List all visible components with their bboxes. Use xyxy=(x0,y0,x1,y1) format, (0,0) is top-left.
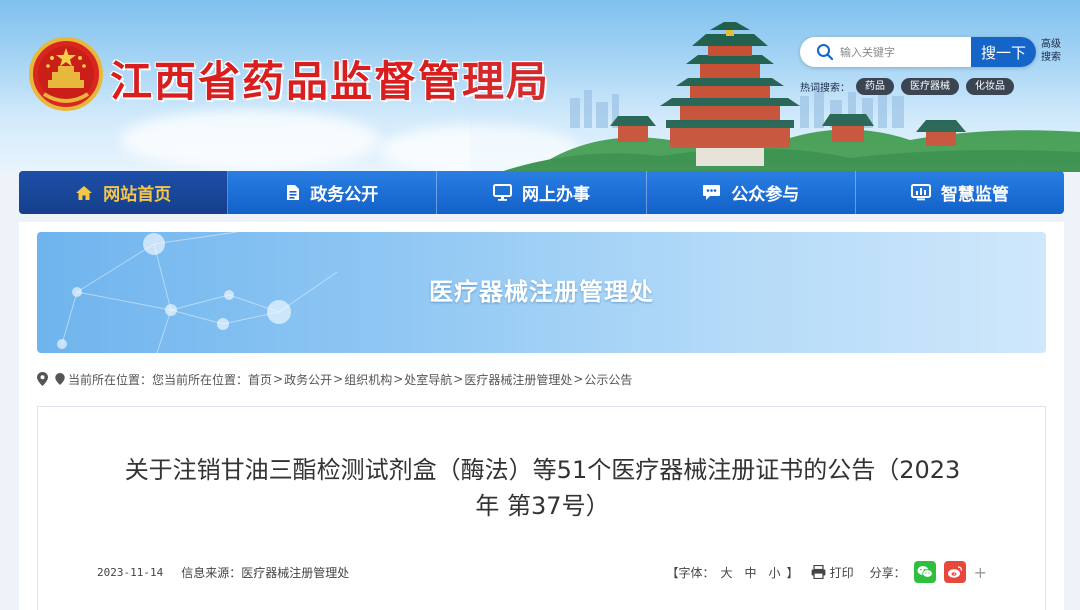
article-tools: 【字体： 大中小】 打印 分享： + xyxy=(666,561,987,583)
nav-item-label: 政务公开 xyxy=(310,185,379,205)
search-icon xyxy=(817,44,834,61)
article-meta: 2023-11-14 信息来源：医疗器械注册管理处 【字体： 大中小】 打印 分享… xyxy=(97,560,987,584)
nav-item-label: 网站首页 xyxy=(103,185,172,205)
share-label: 分享： xyxy=(869,565,906,580)
dashboard-icon xyxy=(910,184,931,201)
chat-icon xyxy=(703,185,721,200)
cloud-decoration xyxy=(120,110,380,170)
publish-date: 2023-11-14 xyxy=(97,565,164,579)
department-banner: 医疗器械注册管理处 xyxy=(37,232,1046,353)
location-pin-icon xyxy=(37,372,48,386)
nav-item-smart-supervision[interactable]: 智慧监管 xyxy=(856,171,1064,214)
nav-item-online-services[interactable]: 网上办事 xyxy=(437,171,647,214)
breadcrumb-prefix-2: 您当前所在位置： xyxy=(152,372,249,387)
search-input[interactable] xyxy=(840,41,968,63)
breadcrumb-separator: > xyxy=(393,372,404,386)
nav-item-label: 公众参与 xyxy=(731,185,800,205)
article-title-line-2: 年 第37号） xyxy=(475,492,610,520)
hot-tag-cosmetics[interactable]: 化妆品 xyxy=(966,77,1014,95)
document-icon xyxy=(287,185,300,200)
hot-search-label: 热词搜索： xyxy=(800,82,850,94)
share-more-icon[interactable]: + xyxy=(974,563,987,582)
breadcrumb-separator: > xyxy=(453,372,464,386)
wechat-icon xyxy=(917,566,933,578)
article-panel: 关于注销甘油三酯检测试剂盒（酶法）等51个医疗器械注册证书的公告（2023 年 … xyxy=(37,406,1046,610)
search-button[interactable]: 搜一下 xyxy=(971,37,1036,67)
breadcrumb-prefix: 当前所在位置： xyxy=(68,372,153,387)
nav-item-label: 网上办事 xyxy=(522,185,590,205)
nav-item-label: 智慧监管 xyxy=(940,185,1009,205)
monitor-icon xyxy=(493,184,512,201)
breadcrumb-separator: > xyxy=(573,372,584,386)
location-pin-icon xyxy=(55,373,65,385)
breadcrumb-separator: > xyxy=(273,372,284,386)
font-size-control: 【字体： 大中小】 xyxy=(666,564,798,581)
font-size-small[interactable]: 小 xyxy=(769,566,781,580)
font-size-large[interactable]: 大 xyxy=(721,566,733,580)
breadcrumb-organization[interactable]: 组织机构 xyxy=(344,371,392,388)
share-weibo-button[interactable] xyxy=(943,561,966,583)
font-size-label: 【字体： xyxy=(666,565,715,580)
home-icon xyxy=(76,185,93,200)
print-button[interactable]: 打印 xyxy=(811,564,854,581)
font-size-close: 】 xyxy=(786,565,799,580)
national-emblem-icon[interactable] xyxy=(28,36,104,112)
breadcrumb-announcements[interactable]: 公示公告 xyxy=(584,371,632,388)
main-nav: 网站首页 政务公开 网上办事 公众参与 智慧监管 xyxy=(19,171,1064,214)
font-size-medium[interactable]: 中 xyxy=(745,566,757,580)
printer-icon xyxy=(811,565,825,579)
nav-item-home[interactable]: 网站首页 xyxy=(19,171,229,214)
hot-tag-drugs[interactable]: 药品 xyxy=(856,77,894,95)
article-title: 关于注销甘油三酯检测试剂盒（酶法）等51个医疗器械注册证书的公告（2023 年 … xyxy=(98,452,987,524)
banner-title: 医疗器械注册管理处 xyxy=(429,278,654,306)
article-title-line-1: 关于注销甘油三酯检测试剂盒（酶法）等51个医疗器械注册证书的公告（2023 xyxy=(124,456,961,484)
search-box: 搜一下 xyxy=(800,37,1036,67)
weibo-icon xyxy=(947,566,962,578)
hot-tag-medical-devices[interactable]: 医疗器械 xyxy=(901,77,959,95)
breadcrumb-department-nav[interactable]: 处室导航 xyxy=(404,371,452,388)
breadcrumb-government-affairs[interactable]: 政务公开 xyxy=(284,371,332,388)
print-label: 打印 xyxy=(829,565,854,580)
site-header: 江西省药品监督管理局 输入关键字 搜一下 高级搜索 热词搜索： 药品 医疗器械 … xyxy=(0,0,1080,172)
breadcrumb: 当前所在位置： 您当前所在位置： 首页 > 政务公开 > 组织机构 > 处室导航… xyxy=(37,370,632,388)
info-source: 信息来源：医疗器械注册管理处 xyxy=(181,565,350,580)
breadcrumb-separator: > xyxy=(333,372,344,386)
breadcrumb-device-registration[interactable]: 医疗器械注册管理处 xyxy=(464,371,572,388)
advanced-search-link[interactable]: 高级搜索 xyxy=(1041,38,1063,64)
breadcrumb-home[interactable]: 首页 xyxy=(248,371,272,388)
nav-item-public-participation[interactable]: 公众参与 xyxy=(647,171,856,214)
hot-search-row: 热词搜索： 药品 医疗器械 化妆品 xyxy=(800,76,1021,96)
share-wechat-button[interactable] xyxy=(913,561,936,583)
nav-item-government-affairs[interactable]: 政务公开 xyxy=(228,171,438,214)
main-content: 医疗器械注册管理处 当前所在位置： 您当前所在位置： 首页 > 政务公开 > 组… xyxy=(19,222,1064,610)
